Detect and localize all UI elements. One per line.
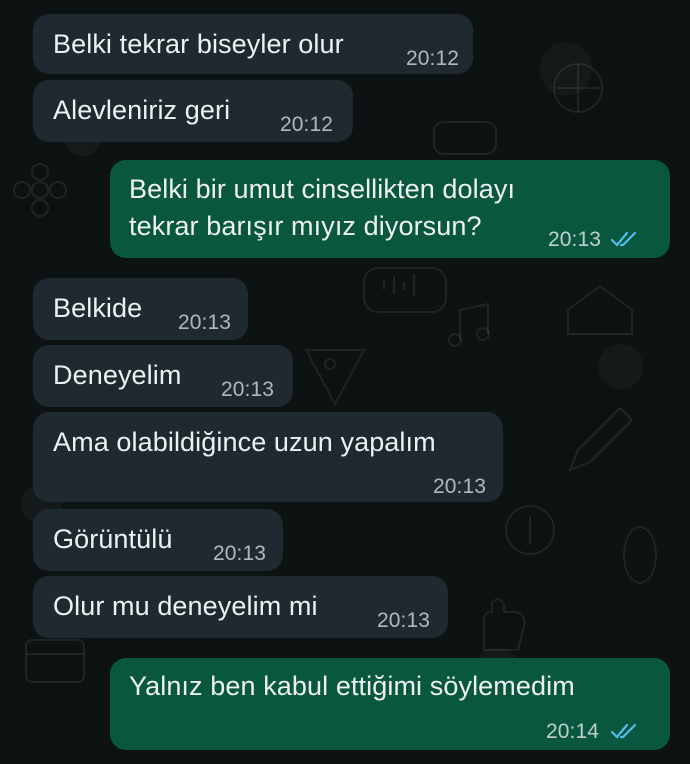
- house-doodle-icon: [567, 284, 633, 335]
- ball-doodle-icon: [553, 63, 603, 113]
- clock-doodle-icon: [433, 121, 497, 155]
- message-time: 20:12: [280, 113, 334, 136]
- message-time: 20:14: [546, 720, 600, 743]
- message-time: 20:13: [433, 475, 487, 498]
- message-text-line-2: tekrar barışır mıyız diyorsun?: [129, 211, 482, 241]
- double-check-icon: [610, 230, 640, 248]
- incoming-message[interactable]: Ama olabildiğince uzun yapalım 20:13: [33, 412, 503, 502]
- double-check-icon: [610, 722, 640, 740]
- message-text: Görüntülü: [53, 524, 173, 554]
- music-doodle-icon: [448, 302, 490, 347]
- message-text: Deneyelim: [53, 360, 182, 390]
- message-text: Yalnız ben kabul ettiğimi söylemedim: [129, 671, 575, 701]
- incoming-message[interactable]: Alevleniriz geri 20:12: [33, 80, 353, 142]
- message-text: Belkide: [53, 293, 143, 323]
- outgoing-message[interactable]: Belki bir umut cinsellikten dolayı tekra…: [110, 160, 670, 258]
- message-text: Alevleniriz geri: [53, 95, 231, 125]
- incoming-message[interactable]: Deneyelim 20:13: [33, 345, 293, 407]
- flower-doodle-icon: [13, 163, 67, 217]
- message-time: 20:13: [213, 542, 267, 565]
- message-text: Ama olabildiğince uzun yapalım: [53, 427, 436, 457]
- incoming-message[interactable]: Belkide 20:13: [33, 278, 248, 340]
- pizza-doodle-icon: [304, 349, 366, 407]
- message-time: 20:13: [548, 228, 602, 251]
- message-time: 20:12: [406, 47, 460, 70]
- message-time: 20:13: [178, 311, 232, 334]
- corn-doodle-icon: [623, 526, 657, 584]
- hand-doodle-icon: [483, 598, 526, 651]
- message-text: Belki tekrar biseyler olur: [53, 29, 344, 59]
- outgoing-message[interactable]: Yalnız ben kabul ettiğimi söylemedim 20:…: [110, 658, 670, 750]
- message-text: Olur mu deneyelim mi: [53, 591, 318, 621]
- message-time: 20:13: [377, 609, 431, 632]
- incoming-message[interactable]: Olur mu deneyelim mi 20:13: [33, 576, 448, 638]
- coin-doodle-icon: [505, 505, 555, 555]
- incoming-message[interactable]: Belki tekrar biseyler olur 20:12: [33, 14, 473, 74]
- incoming-message[interactable]: Görüntülü 20:13: [33, 509, 283, 571]
- message-time: 20:13: [221, 378, 275, 401]
- pencil-doodle-icon: [568, 406, 634, 472]
- message-text-line-1: Belki bir umut cinsellikten dolayı: [129, 174, 516, 204]
- audio-doodle-icon: [363, 267, 447, 313]
- box-doodle-icon: [25, 639, 85, 683]
